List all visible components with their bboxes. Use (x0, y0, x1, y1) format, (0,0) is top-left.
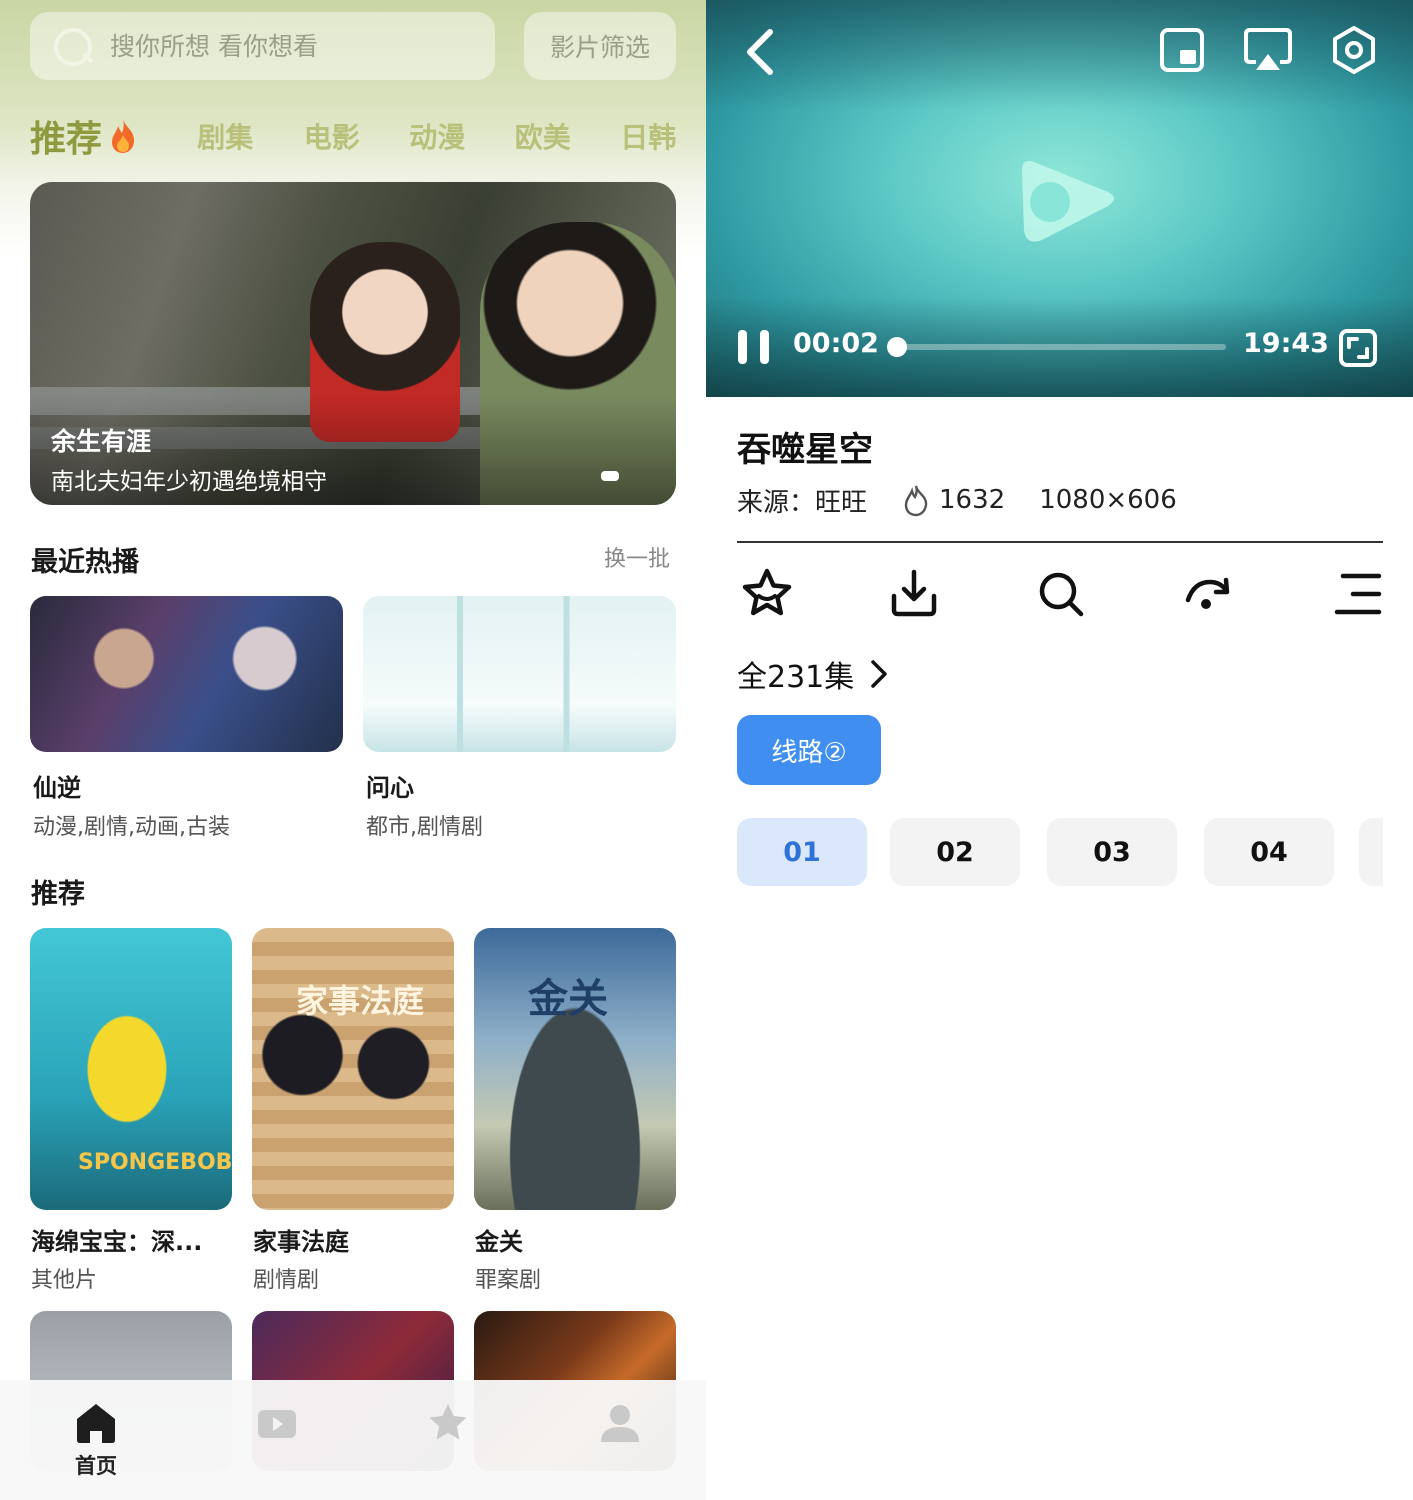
card-tags: 其他片 (31, 1268, 98, 1293)
views-count: 1632 (901, 483, 1005, 517)
poster-golden-pass[interactable]: 金关 (474, 928, 676, 1210)
chevron-right-icon (871, 660, 888, 688)
featured-banner[interactable]: 余生有涯 南北夫妇年少初遇绝境相守 (30, 182, 676, 505)
poster-spongebob[interactable]: SPONGEBOB (30, 928, 232, 1210)
action-bar (737, 566, 1387, 626)
home-screen: 影片筛选 推荐 剧集 电影 动漫 欧美 日韩 余生有涯 南北夫妇年少初遇绝境相守 (0, 0, 706, 1500)
tab-movies[interactable]: 电影 (304, 116, 410, 156)
card-tags: 都市,剧情剧 (366, 815, 483, 840)
settings-button[interactable] (1328, 24, 1380, 76)
player-top-fade (706, 0, 1413, 110)
card-title[interactable]: 金关 (475, 1222, 523, 1257)
section-title-recommend: 推荐 (31, 879, 85, 910)
tab-series[interactable]: 剧集 (197, 116, 304, 156)
search-icon (1039, 572, 1084, 617)
category-tabs: 推荐 剧集 电影 动漫 欧美 日韩 (30, 108, 680, 164)
nav-favorites[interactable] (403, 1400, 493, 1490)
poster-family-court[interactable]: 家事法庭 (252, 928, 454, 1210)
nav-home[interactable]: 首页 (51, 1400, 141, 1490)
detail-screen: 00:02 19:43 吞噬星空 来源：旺旺 1632 1080×606 全23… (706, 0, 1413, 1500)
cast-button[interactable] (1242, 26, 1294, 74)
card-title[interactable]: 问心 (366, 768, 414, 803)
pip-button[interactable] (1158, 26, 1206, 74)
search-button[interactable] (1033, 566, 1089, 622)
fire-icon (112, 119, 135, 153)
card-title[interactable]: 仙逆 (33, 768, 81, 803)
skip-forward-icon (1185, 577, 1230, 609)
tab-recommend[interactable]: 推荐 (30, 110, 197, 162)
resolution: 1080×606 (1039, 485, 1177, 515)
divider (737, 541, 1383, 543)
poster-logo-text: 家事法庭 (296, 982, 425, 1020)
gear-icon (1333, 26, 1375, 74)
tab-jp-kr[interactable]: 日韩 (620, 116, 680, 156)
episode-03[interactable]: 03 (1047, 818, 1177, 886)
pause-icon (738, 330, 769, 364)
poster-xianni[interactable] (30, 596, 343, 752)
progress-bar[interactable] (886, 337, 1226, 357)
episodes-label: 全231集 (737, 660, 855, 695)
pause-button[interactable] (736, 328, 772, 366)
duration: 19:43 (1243, 328, 1329, 359)
download-button[interactable] (886, 566, 942, 622)
chevron-left-icon (747, 29, 773, 75)
card-tags: 罪案剧 (475, 1268, 542, 1293)
route-selector[interactable]: 线路② (737, 715, 881, 785)
fullscreen-icon (1339, 329, 1377, 367)
episode-next-partial[interactable] (1359, 818, 1383, 886)
video-title: 吞噬星空 (737, 430, 873, 470)
refresh-batch-link[interactable]: 换一批 (604, 541, 670, 573)
views-value: 1632 (939, 485, 1006, 515)
poster-logo-text: 金关 (528, 976, 608, 1022)
search-icon (52, 26, 92, 66)
banner-subtitle: 南北夫妇年少初遇绝境相守 (51, 469, 327, 495)
home-icon (77, 1404, 115, 1443)
all-episodes-link[interactable]: 全231集 (737, 652, 890, 696)
app-screens: 影片筛选 推荐 剧集 电影 动漫 欧美 日韩 余生有涯 南北夫妇年少初遇绝境相守 (0, 0, 1413, 1500)
video-meta: 来源：旺旺 1632 1080×606 (737, 482, 1211, 518)
filter-button[interactable]: 影片筛选 (524, 12, 676, 80)
banner-title: 余生有涯 (51, 427, 152, 456)
source-label: 来源：旺旺 (737, 487, 868, 518)
banner-page-indicator (601, 471, 619, 481)
nav-videos[interactable] (232, 1400, 322, 1490)
picture-in-picture-icon (1160, 28, 1204, 72)
star-icon (429, 1404, 467, 1440)
search-bar[interactable] (30, 12, 495, 80)
favorite-button[interactable] (739, 566, 795, 622)
airplay-icon (1244, 28, 1292, 70)
nav-profile[interactable] (575, 1400, 665, 1490)
progress-knob[interactable] (886, 337, 907, 357)
card-title[interactable]: 家事法庭 (253, 1222, 349, 1257)
tab-western[interactable]: 欧美 (515, 116, 621, 156)
section-title-recent: 最近热播 (31, 547, 139, 578)
back-button[interactable] (742, 26, 778, 78)
nav-label: 首页 (75, 1454, 117, 1478)
skip-button[interactable] (1180, 566, 1236, 622)
flame-icon (904, 485, 928, 517)
download-icon (891, 569, 937, 617)
video-icon (258, 1410, 296, 1438)
episode-01[interactable]: 01 (737, 818, 867, 886)
user-icon (601, 1405, 639, 1442)
episode-04[interactable]: 04 (1204, 818, 1334, 886)
video-player[interactable]: 00:02 19:43 (706, 0, 1413, 397)
star-outline-icon (742, 568, 792, 616)
card-tags: 剧情剧 (253, 1268, 320, 1293)
card-title[interactable]: 海绵宝宝：深... (31, 1222, 202, 1257)
fullscreen-button[interactable] (1338, 328, 1378, 368)
poster-logo-text: SPONGEBOB (78, 1150, 232, 1175)
episode-list-button[interactable] (1329, 566, 1385, 622)
search-input[interactable] (110, 31, 450, 61)
bottom-navigation: 首页 (0, 1380, 706, 1500)
app-logo-icon (1022, 161, 1114, 242)
poster-wenxin[interactable] (363, 596, 676, 752)
tab-anime[interactable]: 动漫 (409, 116, 515, 156)
current-time: 00:02 (793, 328, 879, 359)
menu-list-icon (1334, 573, 1382, 615)
episode-02[interactable]: 02 (890, 818, 1020, 886)
tab-label: 推荐 (30, 119, 103, 160)
card-tags: 动漫,剧情,动画,古装 (33, 815, 230, 840)
